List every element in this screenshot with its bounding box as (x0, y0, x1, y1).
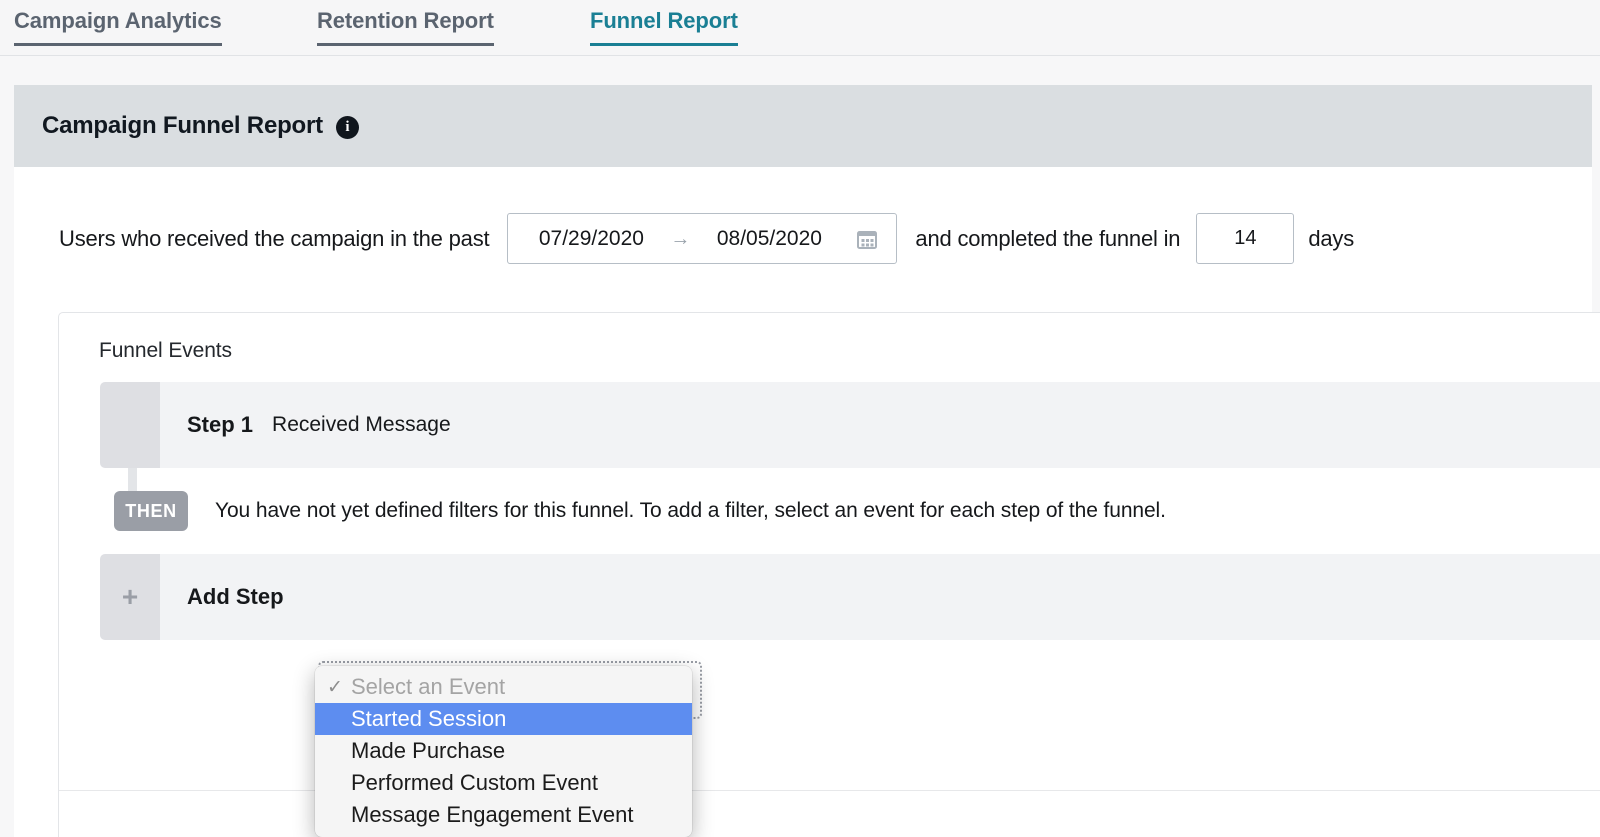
tab-underline (317, 43, 494, 46)
step-number-label: Step 1 (187, 412, 254, 437)
funnel-query-row: Users who received the campaign in the p… (14, 167, 1592, 264)
check-icon: ✓ (327, 676, 343, 698)
page-title: Campaign Funnel Report (42, 112, 323, 139)
funnel-step-row[interactable]: Step 1 Received Message (100, 382, 1600, 468)
then-badge: THEN (114, 491, 188, 531)
calendar-icon[interactable] (856, 228, 878, 250)
tab-label: Campaign Analytics (14, 8, 222, 33)
select-option-made-purchase[interactable]: Made Purchase (315, 735, 692, 767)
arrow-right-icon: → (670, 227, 691, 250)
select-option-label: Made Purchase (351, 738, 506, 763)
add-step-row-body[interactable]: Add Step (160, 554, 1600, 640)
select-option-select-an-event[interactable]: ✓ Select an Event (315, 671, 692, 703)
funnel-events-title: Funnel Events (99, 339, 232, 362)
select-option-message-engagement-event[interactable]: Message Engagement Event (315, 799, 692, 831)
funnel-then-row: THEN You have not yet defined filters fo… (100, 468, 1600, 554)
select-option-label: Message Engagement Event (351, 802, 634, 827)
card-divider (59, 790, 1600, 791)
add-step-label: Add Step (187, 584, 284, 609)
date-range-picker[interactable]: 07/29/2020 → 08/05/2020 (507, 213, 898, 264)
days-unit-label: days (1308, 225, 1354, 251)
tab-label: Funnel Report (590, 8, 738, 33)
start-date-value[interactable]: 07/29/2020 (526, 227, 656, 251)
end-date-value[interactable]: 08/05/2020 (704, 227, 834, 251)
funnel-events-card: Funnel Events Step 1 Received Message TH… (58, 312, 1600, 837)
funnel-steps-list: Step 1 Received Message THEN You have no… (59, 382, 1600, 640)
panel-header: Campaign Funnel Report i (14, 85, 1592, 167)
tab-label: Retention Report (317, 8, 494, 33)
tab-funnel-report[interactable]: Funnel Report (590, 8, 738, 46)
select-option-started-session[interactable]: Started Session (315, 703, 692, 735)
query-lead-label: Users who received the campaign in the p… (59, 225, 490, 251)
step-drag-handle[interactable] (100, 382, 160, 468)
funnel-add-step-row[interactable]: + Add Step (100, 554, 1600, 640)
select-option-performed-custom-event[interactable]: Performed Custom Event (315, 767, 692, 799)
report-tab-bar: Campaign Analytics Retention Report Funn… (0, 0, 1600, 56)
step-row-body[interactable]: Step 1 Received Message (160, 382, 1600, 468)
select-option-label: Performed Custom Event (351, 770, 598, 795)
query-mid-label: and completed the funnel in (915, 225, 1181, 251)
step-event-name[interactable]: Received Message (272, 413, 451, 437)
funnel-filter-hint: You have not yet defined filters for thi… (215, 499, 1166, 522)
tab-retention-report[interactable]: Retention Report (317, 8, 494, 46)
event-select-dropdown[interactable]: ✓ Select an Event Started Session Made P… (315, 666, 692, 837)
tab-underline (14, 43, 222, 46)
page-body: Campaign Funnel Report i Users who recei… (0, 56, 1600, 837)
funnel-days-input[interactable]: 14 (1196, 213, 1295, 264)
select-option-label: Started Session (351, 706, 507, 731)
add-step-plus-icon[interactable]: + (100, 554, 160, 640)
info-icon[interactable]: i (335, 115, 359, 139)
select-option-label: Select an Event (351, 674, 506, 699)
tab-underline-active (590, 43, 738, 46)
funnel-report-panel: Campaign Funnel Report i Users who recei… (14, 85, 1600, 837)
tab-campaign-analytics[interactable]: Campaign Analytics (14, 8, 222, 46)
